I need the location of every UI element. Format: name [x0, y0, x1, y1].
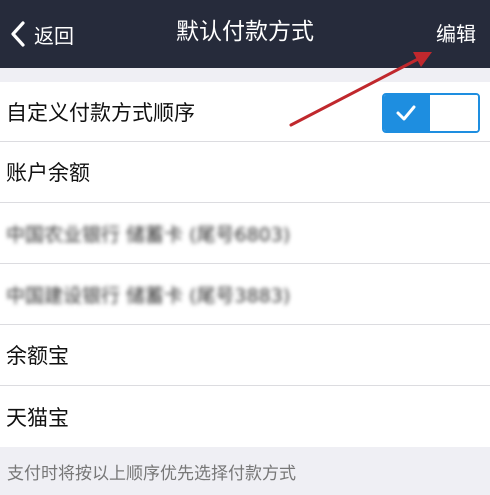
back-label: 返回 [34, 23, 74, 48]
payment-method-abc-card[interactable]: 中国农业银行 储蓄卡 (尾号6803) [0, 203, 490, 264]
edit-button[interactable]: 编辑 [436, 16, 476, 52]
section-gap [0, 68, 490, 82]
payment-method-yuebao[interactable]: 余额宝 [0, 325, 490, 386]
back-button[interactable]: 返回 [8, 16, 74, 52]
payment-method-label: 中国农业银行 储蓄卡 (尾号6803) [6, 223, 291, 246]
payment-method-label: 账户余额 [6, 161, 90, 185]
payment-method-ccb-card[interactable]: 中国建设银行 储蓄卡 (尾号3883) [0, 264, 490, 325]
nav-bar: 返回 默认付款方式 编辑 [0, 0, 490, 68]
footer-note: 支付时将按以上顺序优先选择付款方式 [0, 455, 490, 495]
payment-settings-list: 自定义付款方式顺序 账户余额 中国农业银行 储蓄卡 (尾号6803) 中国建设银… [0, 82, 490, 447]
toggle-on-segment [384, 95, 428, 131]
custom-order-label: 自定义付款方式顺序 [6, 100, 195, 125]
custom-order-row: 自定义付款方式顺序 [0, 82, 490, 142]
checkmark-icon [396, 105, 416, 121]
chevron-left-icon [11, 21, 25, 47]
payment-method-label: 天猫宝 [6, 405, 69, 430]
payment-method-label: 中国建设银行 储蓄卡 (尾号3883) [6, 284, 291, 307]
payment-method-tianmaobao[interactable]: 天猫宝 [0, 386, 490, 447]
toggle-knob [428, 95, 478, 131]
payment-method-label: 余额宝 [6, 344, 69, 368]
custom-order-toggle[interactable] [382, 93, 480, 133]
payment-method-balance[interactable]: 账户余额 [0, 142, 490, 203]
